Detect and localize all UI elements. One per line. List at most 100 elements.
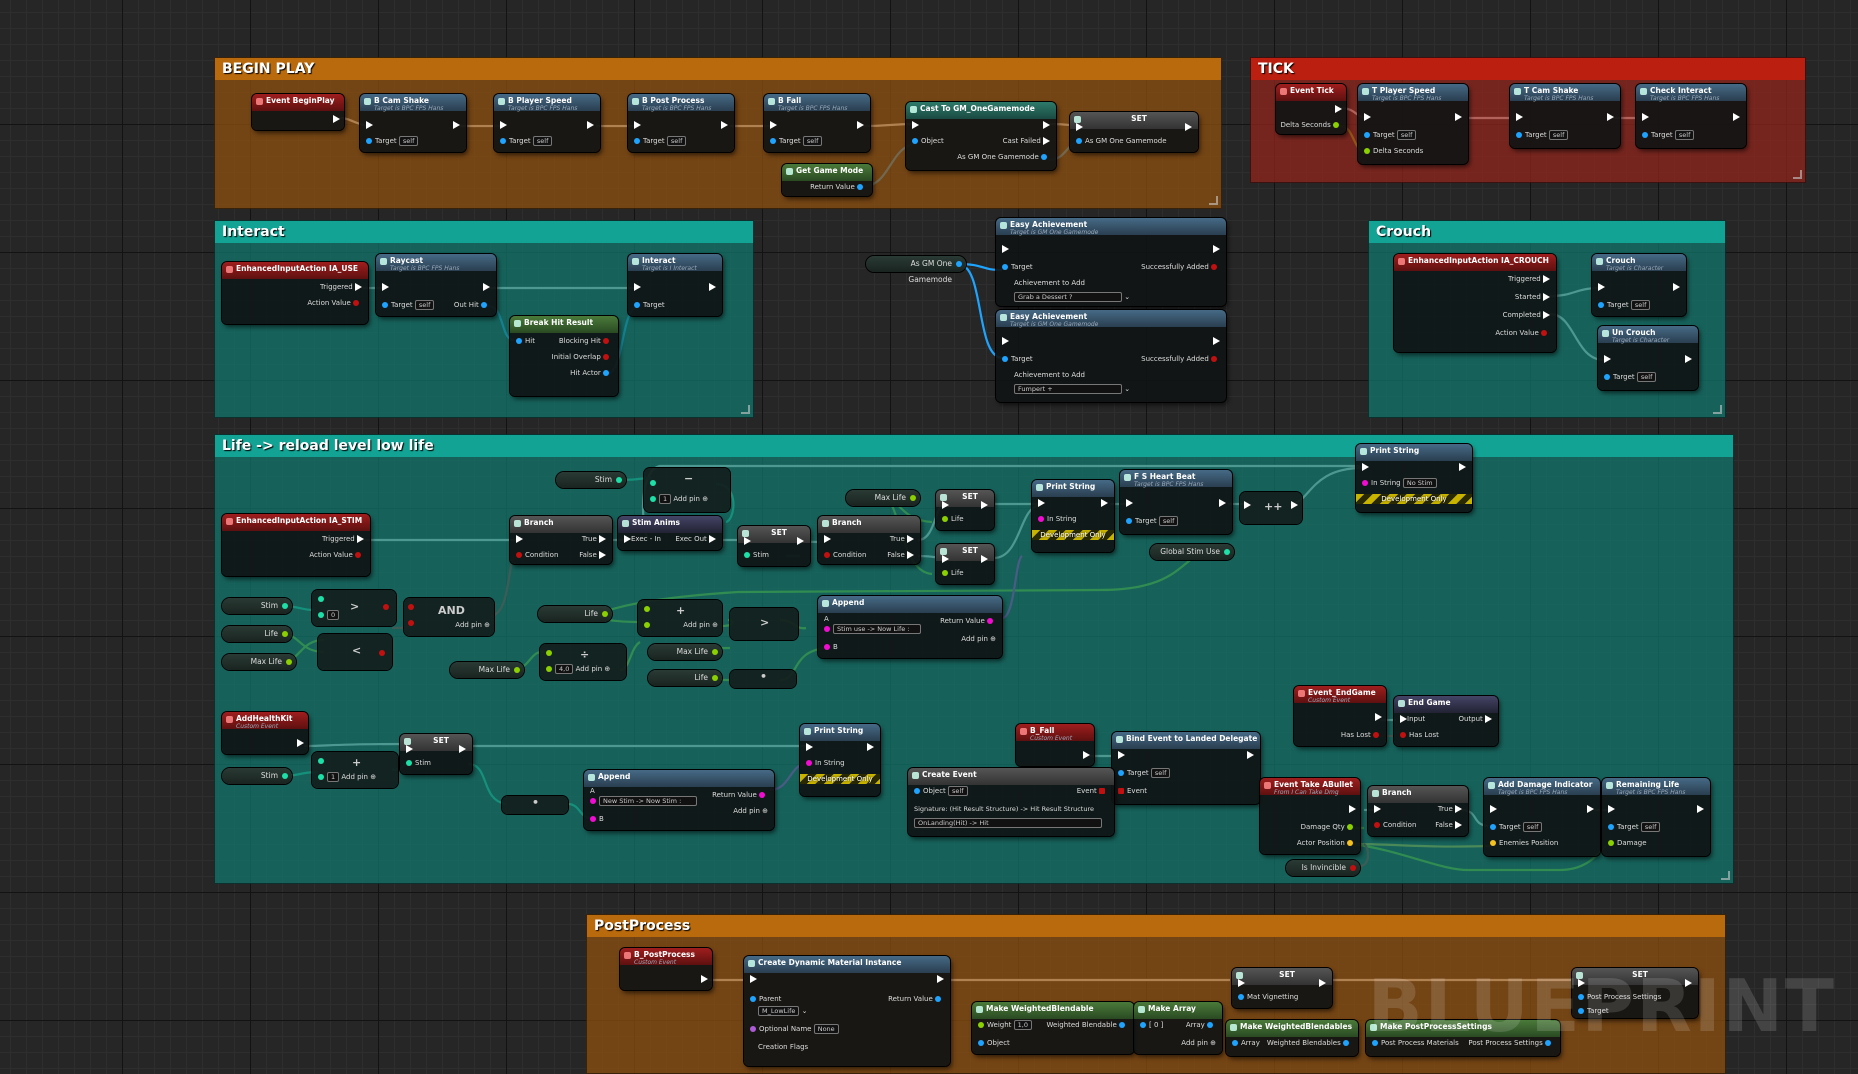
completed-pin[interactable]: [1543, 311, 1550, 319]
node-set-stim-2[interactable]: SET Stim: [400, 734, 472, 774]
node-interact[interactable]: Interact Target is I Interact Target: [628, 254, 722, 316]
node-fs-heart-beat[interactable]: F S Heart Beat Target is BPC FPS Hans Tar…: [1120, 470, 1232, 534]
node-append-1[interactable]: Append A Stim use -> Now Life : Return V…: [818, 596, 1002, 658]
node-ia-stim[interactable]: EnhancedInputAction IA_STIM Triggered Ac…: [222, 514, 370, 576]
exec-out-pin[interactable]: [1685, 355, 1692, 363]
exec-out-pin[interactable]: [1455, 113, 1462, 121]
node-remaining-life[interactable]: Remaining Life Target is BPC FPS Hans Tar…: [1602, 778, 1710, 856]
exec-in-pin[interactable]: [1516, 113, 1523, 121]
exec-pin[interactable]: [1335, 105, 1342, 113]
node-set-life-1[interactable]: SET Life: [936, 490, 994, 530]
node-set-mat-vignetting[interactable]: SET Mat Vignetting: [1232, 968, 1332, 1008]
node-t-player-speed[interactable]: T Player Speed Target is BPC FPS Hans Tar…: [1358, 84, 1468, 164]
node-create-event[interactable]: Create Event Object self Event Signature…: [908, 768, 1114, 836]
node-set-stim[interactable]: SET Stim: [738, 526, 810, 566]
exec-out-pin[interactable]: [1213, 337, 1220, 345]
exec-out-pin[interactable]: [1733, 113, 1740, 121]
var-max-life-a[interactable]: Max Life: [222, 654, 296, 670]
node-uncrouch[interactable]: Un Crouch Target is Character Target self: [1598, 326, 1698, 390]
node-less-float[interactable]: <: [318, 634, 392, 670]
exec-in-pin[interactable]: [1598, 283, 1605, 291]
triggered-pin[interactable]: [355, 283, 362, 291]
node-stim-anims[interactable]: Stim Anims Exec - In Exec Out: [618, 516, 722, 550]
exec-out-pin[interactable]: [721, 121, 728, 129]
exec-out-pin[interactable]: [1185, 123, 1192, 131]
exec-in-pin[interactable]: [770, 121, 777, 129]
node-easy-achievement-2[interactable]: Easy Achievement Target is GM One Gamemod…: [996, 310, 1226, 402]
exec-out-pin[interactable]: [857, 121, 864, 129]
node-break-hit[interactable]: Break Hit Result Hit Blocking Hit Initia…: [510, 316, 618, 396]
var-max-life-b[interactable]: Max Life: [648, 644, 722, 660]
node-branch-3[interactable]: Branch True Condition False: [1368, 786, 1468, 836]
node-event-endgame[interactable]: Event_EndGame Custom Event Has Lost: [1294, 686, 1386, 746]
node-end-game[interactable]: End Game Input Output Has Lost: [1394, 696, 1498, 746]
achievement-select[interactable]: Grab a Dessert ?: [1014, 292, 1122, 302]
exec-out-pin[interactable]: [1673, 283, 1680, 291]
parent-select[interactable]: M_LowLife: [758, 1006, 800, 1016]
exec-out-pin[interactable]: [483, 283, 490, 291]
node-append-2[interactable]: Append A New Stim -> Now Stim : Return V…: [584, 770, 774, 830]
triggered-pin[interactable]: [1543, 275, 1550, 283]
delta-seconds-pin[interactable]: [1333, 122, 1339, 128]
node-t-cam-shake[interactable]: T Cam Shake Target is BPC FPS Hans Target…: [1510, 84, 1620, 148]
function-select[interactable]: OnLanding(Hit) -> Hit: [914, 818, 1102, 828]
exec-out-pin[interactable]: [1213, 245, 1220, 253]
exec-out-pin[interactable]: [1043, 121, 1050, 129]
node-event-tick[interactable]: Event Tick Delta Seconds: [1276, 84, 1346, 134]
exec-pin[interactable]: [333, 115, 340, 123]
node-print-string-2[interactable]: Print String In String No Stim Developme…: [1356, 444, 1472, 512]
node-b-player-speed[interactable]: B Player Speed Target is BPC FPS Hans Tar…: [494, 94, 600, 152]
node-make-array[interactable]: Make Array [ 0 ] Array Add pin ⊕: [1134, 1002, 1222, 1054]
resize-handle[interactable]: [1721, 871, 1730, 880]
var-stim-a[interactable]: Stim: [222, 598, 292, 614]
node-divide-float[interactable]: ÷ 4,0 Add pin ⊕: [540, 644, 626, 680]
return-value-pin[interactable]: [857, 184, 863, 190]
var-max-life-c[interactable]: Max Life: [450, 662, 524, 678]
node-branch-2[interactable]: Branch True Condition False: [818, 516, 920, 564]
achievement-select[interactable]: Fumpert +: [1014, 384, 1122, 394]
node-make-wbs[interactable]: Make WeightedBlendables Array Weighted B…: [1226, 1020, 1358, 1056]
node-b-cam-shake[interactable]: B Cam Shake Target is BPC FPS Hans Target…: [360, 94, 466, 152]
node-greater-int[interactable]: > 0: [312, 590, 396, 626]
object-pin[interactable]: [956, 261, 962, 267]
exec-out-pin[interactable]: [453, 121, 460, 129]
node-increment[interactable]: ++: [1240, 492, 1302, 524]
exec-in-pin[interactable]: [366, 121, 373, 129]
node-b-fall[interactable]: B Fall Target is BPC FPS Hans Target self: [764, 94, 870, 152]
resize-handle[interactable]: [1713, 405, 1722, 414]
var-global-stim-use[interactable]: Global Stim Use: [1150, 544, 1234, 560]
out-hit-pin[interactable]: [481, 302, 487, 308]
exec-in-pin[interactable]: [1604, 355, 1611, 363]
node-subtract-int[interactable]: − 1 Add pin ⊕: [644, 468, 730, 512]
node-add-health-kit[interactable]: AddHealthKit Custom Event: [222, 712, 308, 754]
node-raycast[interactable]: Raycast Target is BPC FPS Hans Target sel…: [376, 254, 496, 316]
as-gm-pin[interactable]: [1041, 154, 1047, 160]
action-value-pin[interactable]: [353, 300, 359, 306]
node-ia-crouch[interactable]: EnhancedInputAction IA_CROUCH Triggered …: [1394, 254, 1556, 352]
node-add-float[interactable]: + Add pin ⊕: [638, 600, 722, 636]
exec-in-pin[interactable]: [634, 283, 641, 291]
node-get-game-mode[interactable]: Get Game Mode Return Value: [782, 164, 872, 196]
exec-in-pin[interactable]: [500, 121, 507, 129]
exec-in-pin[interactable]: [912, 121, 919, 129]
exec-in-pin[interactable]: [1002, 245, 1009, 253]
node-create-dmi[interactable]: Create Dynamic Material Instance Parent …: [744, 956, 950, 1066]
exec-in-pin[interactable]: [382, 283, 389, 291]
node-print-string-3[interactable]: Print String In String Development Only: [800, 724, 880, 796]
resize-handle[interactable]: [1793, 170, 1802, 179]
exec-in-pin[interactable]: [1002, 337, 1009, 345]
node-add-int[interactable]: + 1 Add pin ⊕: [312, 752, 398, 788]
hit-actor-pin[interactable]: [603, 370, 609, 376]
node-b-fall-event[interactable]: B_Fall Custom Event: [1016, 724, 1094, 766]
node-b-post-process[interactable]: B Post Process Target is BPC FPS Hans Tar…: [628, 94, 734, 152]
exec-in-pin[interactable]: [1642, 113, 1649, 121]
node-set-life-2[interactable]: SET Life: [936, 544, 994, 584]
node-cast-to-gm[interactable]: Cast To GM_OneGamemode Object Cast Faile…: [906, 102, 1056, 170]
var-stim-b[interactable]: Stim: [222, 768, 292, 784]
node-make-wb[interactable]: Make WeightedBlendable Weight 1,0 Weight…: [972, 1002, 1134, 1054]
node-tostring-float[interactable]: •: [730, 670, 796, 688]
resize-handle[interactable]: [741, 405, 750, 414]
node-b-postprocess-event[interactable]: B_PostProcess Custom Event: [620, 948, 712, 990]
var-stim-top[interactable]: Stim: [556, 472, 626, 488]
node-greater-float[interactable]: >: [730, 608, 798, 640]
